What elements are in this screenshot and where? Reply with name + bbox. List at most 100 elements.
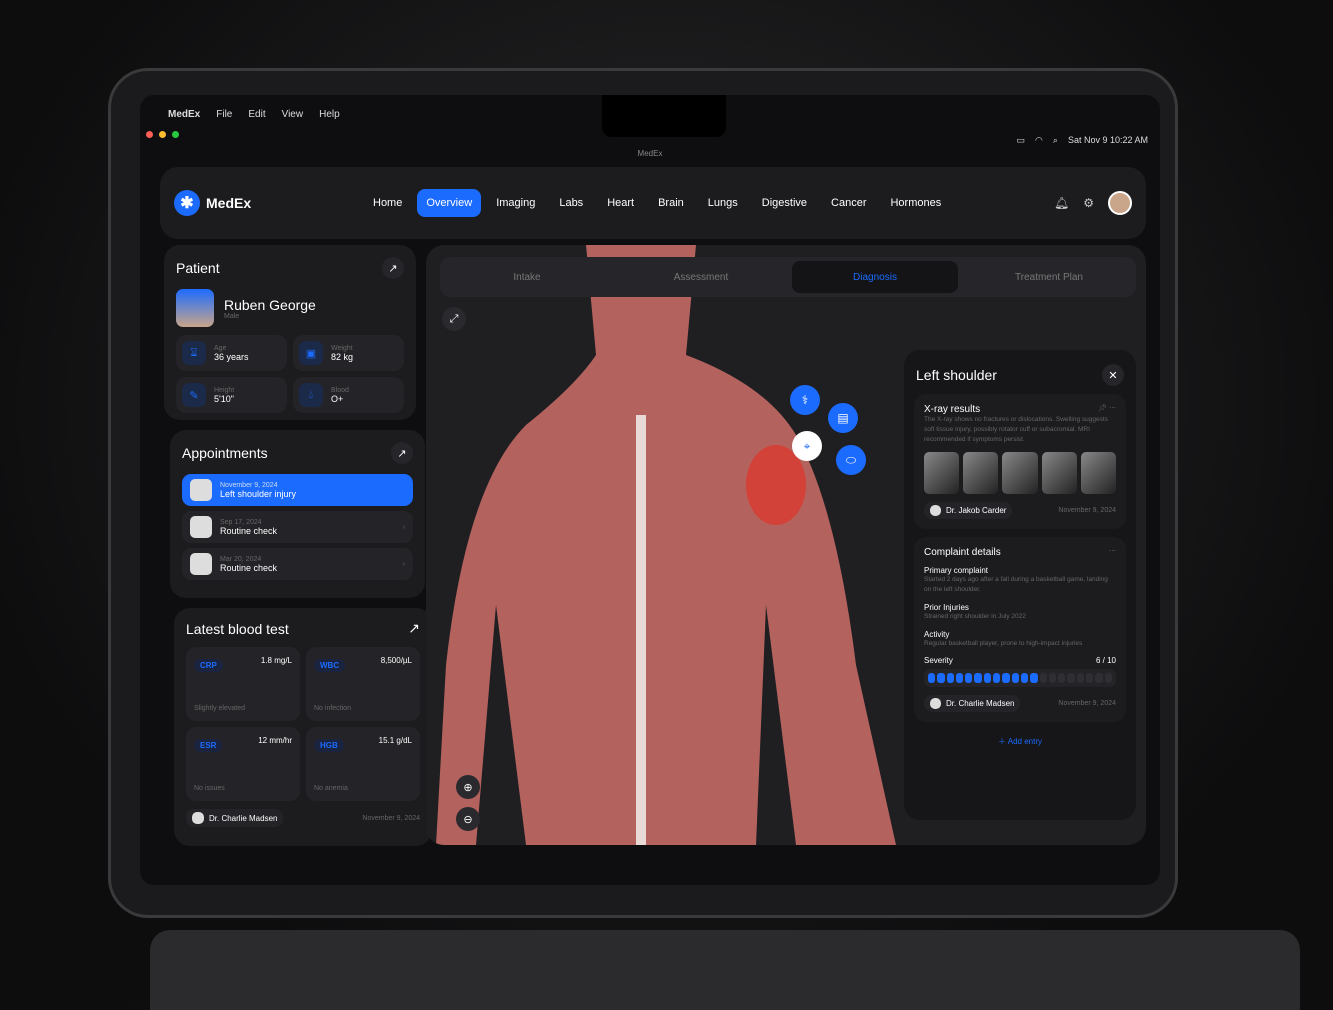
test-esr: ESR 12 mm/hr No issues [186, 727, 300, 801]
severity-segment [1048, 673, 1057, 684]
test-value: 12 mm/hr [258, 736, 292, 745]
severity-label: Severity [924, 656, 953, 666]
scan-icon[interactable]: ⌖ [792, 431, 822, 461]
xray-image[interactable] [1002, 452, 1038, 495]
tab-hormones[interactable]: Hormones [881, 189, 950, 217]
zoom-out-icon[interactable]: ⊖ [456, 807, 480, 831]
xray-image[interactable] [924, 452, 960, 495]
tab-digestive[interactable]: Digestive [753, 189, 816, 217]
blood-test-title: Latest blood test [186, 620, 289, 637]
appointment-item[interactable]: November 9, 2024 Left shoulder injury [182, 474, 413, 506]
anatomy-model[interactable] [436, 245, 916, 845]
doctor-name: Dr. Charlie Madsen [209, 813, 278, 823]
expand-arrow-icon[interactable]: ↗ [382, 257, 404, 279]
tab-home[interactable]: Home [364, 189, 411, 217]
tab-heart[interactable]: Heart [598, 189, 643, 217]
add-record-icon[interactable]: ▤ [828, 403, 858, 433]
activity-label: Activity [924, 629, 950, 639]
stat-age: ⌛︎ Age 36 years [176, 335, 287, 371]
step-intake[interactable]: Intake [444, 261, 610, 293]
tab-overview[interactable]: Overview [417, 189, 482, 217]
brand[interactable]: ✱ MedEx [174, 190, 364, 216]
complaint-date: November 9, 2024 [1058, 700, 1116, 708]
doctor-avatar [190, 479, 212, 501]
plus-icon: ＋ [997, 737, 1008, 747]
gear-icon[interactable]: ⚙︎ [1083, 196, 1094, 210]
tab-imaging[interactable]: Imaging [487, 189, 544, 217]
severity-segment [1039, 673, 1047, 684]
appointment-date: Mar 20, 2024 [220, 555, 262, 563]
stat-value: O+ [331, 393, 344, 404]
test-note: No anemia [314, 785, 348, 792]
xray-image[interactable] [963, 452, 999, 495]
stat-value: 36 years [214, 351, 249, 362]
stat-value: 5'10" [214, 393, 234, 404]
tab-brain[interactable]: Brain [649, 189, 693, 217]
more-icon[interactable]: ⋯ [1109, 547, 1116, 558]
hourglass-icon: ⌛︎ [182, 341, 206, 365]
patient-name: Ruben George [224, 296, 316, 313]
step-diagnosis[interactable]: Diagnosis [792, 261, 958, 293]
appointment-title: Left shoulder injury [220, 488, 297, 499]
tab-lungs[interactable]: Lungs [699, 189, 747, 217]
add-entry-button[interactable]: ＋ Add entry [914, 736, 1126, 747]
xray-image[interactable] [1041, 452, 1077, 495]
fullscreen-icon[interactable]: ⤢ [442, 307, 466, 331]
drop-icon: 💧︎ [299, 383, 323, 407]
workflow-stepper: Intake Assessment Diagnosis Treatment Pl… [440, 257, 1136, 297]
menu-edit[interactable]: Edit [248, 109, 265, 120]
xray-text: The X-ray shows no fractures or dislocat… [924, 416, 1108, 443]
xray-image[interactable] [1080, 452, 1117, 495]
xray-title: X-ray results [924, 404, 981, 415]
appointment-title: Routine check [220, 525, 278, 536]
patient-card: Patient ↗ Ruben George Male ⌛︎ Age 36 years … [164, 245, 416, 420]
patient-title: Patient [176, 260, 220, 276]
complaint-card: Complaint details ⋯ Primary complaint Sta… [914, 537, 1126, 723]
menu-view[interactable]: View [282, 109, 304, 120]
expand-arrow-icon[interactable]: ↗ [408, 620, 420, 637]
test-note: Slightly elevated [194, 705, 245, 712]
step-assessment[interactable]: Assessment [618, 261, 784, 293]
close-icon[interactable]: ✕ [1102, 364, 1124, 386]
appointment-item[interactable]: Mar 20, 2024 Routine check › [182, 548, 413, 580]
doctor-avatar [190, 553, 212, 575]
test-value: 8,500/µL [380, 656, 412, 665]
patient-photo [176, 289, 214, 327]
menu-file[interactable]: File [216, 109, 232, 120]
severity-segment [937, 673, 945, 684]
prior-label: Prior Injuries [924, 602, 969, 612]
doctor-chip[interactable]: Dr. Jakob Carder [924, 502, 1013, 520]
user-avatar[interactable] [1108, 191, 1132, 215]
test-wbc: WBC 8,500/µL No infection [306, 647, 420, 721]
severity-segment [1002, 673, 1010, 684]
xray-date: November 9, 2024 [1058, 507, 1116, 515]
zoom-in-icon[interactable]: ⊕ [456, 775, 480, 799]
doctor-chip[interactable]: Dr. Charlie Madsen [924, 695, 1021, 713]
chevron-right-icon: › [402, 560, 405, 568]
tab-labs[interactable]: Labs [550, 189, 592, 217]
step-treatment-plan[interactable]: Treatment Plan [966, 261, 1132, 293]
bell-icon[interactable]: 🔔︎ [1054, 196, 1069, 210]
stat-label: Age [214, 344, 227, 352]
xray-gallery[interactable] [924, 452, 1117, 495]
stethoscope-icon[interactable]: ⚕︎ [790, 385, 820, 415]
stat-label: Weight [331, 344, 353, 352]
detail-title: Left shoulder [916, 367, 997, 383]
prior-text: Strained right shoulder in July 2022 [924, 612, 1026, 620]
severity-segment [965, 673, 973, 684]
stat-weight: ▣ Weight 82 kg [293, 335, 404, 371]
menu-help[interactable]: Help [319, 109, 340, 120]
appointment-item[interactable]: Sep 17, 2024 Routine check › [182, 511, 413, 543]
menu-app[interactable]: MedEx [168, 109, 200, 120]
expand-arrow-icon[interactable]: ↗ [391, 442, 413, 464]
tab-cancer[interactable]: Cancer [822, 189, 875, 217]
pin-icon[interactable]: 📌︎ ⋯ [1098, 404, 1116, 415]
test-value: 15.1 g/dL [378, 736, 412, 745]
severity-segment [1104, 673, 1112, 684]
doctor-avatar [930, 505, 941, 517]
stat-height: ✎ Height 5'10" [176, 377, 287, 413]
doctor-chip[interactable]: Dr. Charlie Madsen [186, 809, 284, 827]
test-tag: WBC [314, 659, 346, 672]
detail-panel: Left shoulder ✕ X-ray results 📌︎ ⋯ The X-r… [904, 350, 1136, 820]
pills-icon[interactable]: ⬭ [836, 445, 866, 475]
